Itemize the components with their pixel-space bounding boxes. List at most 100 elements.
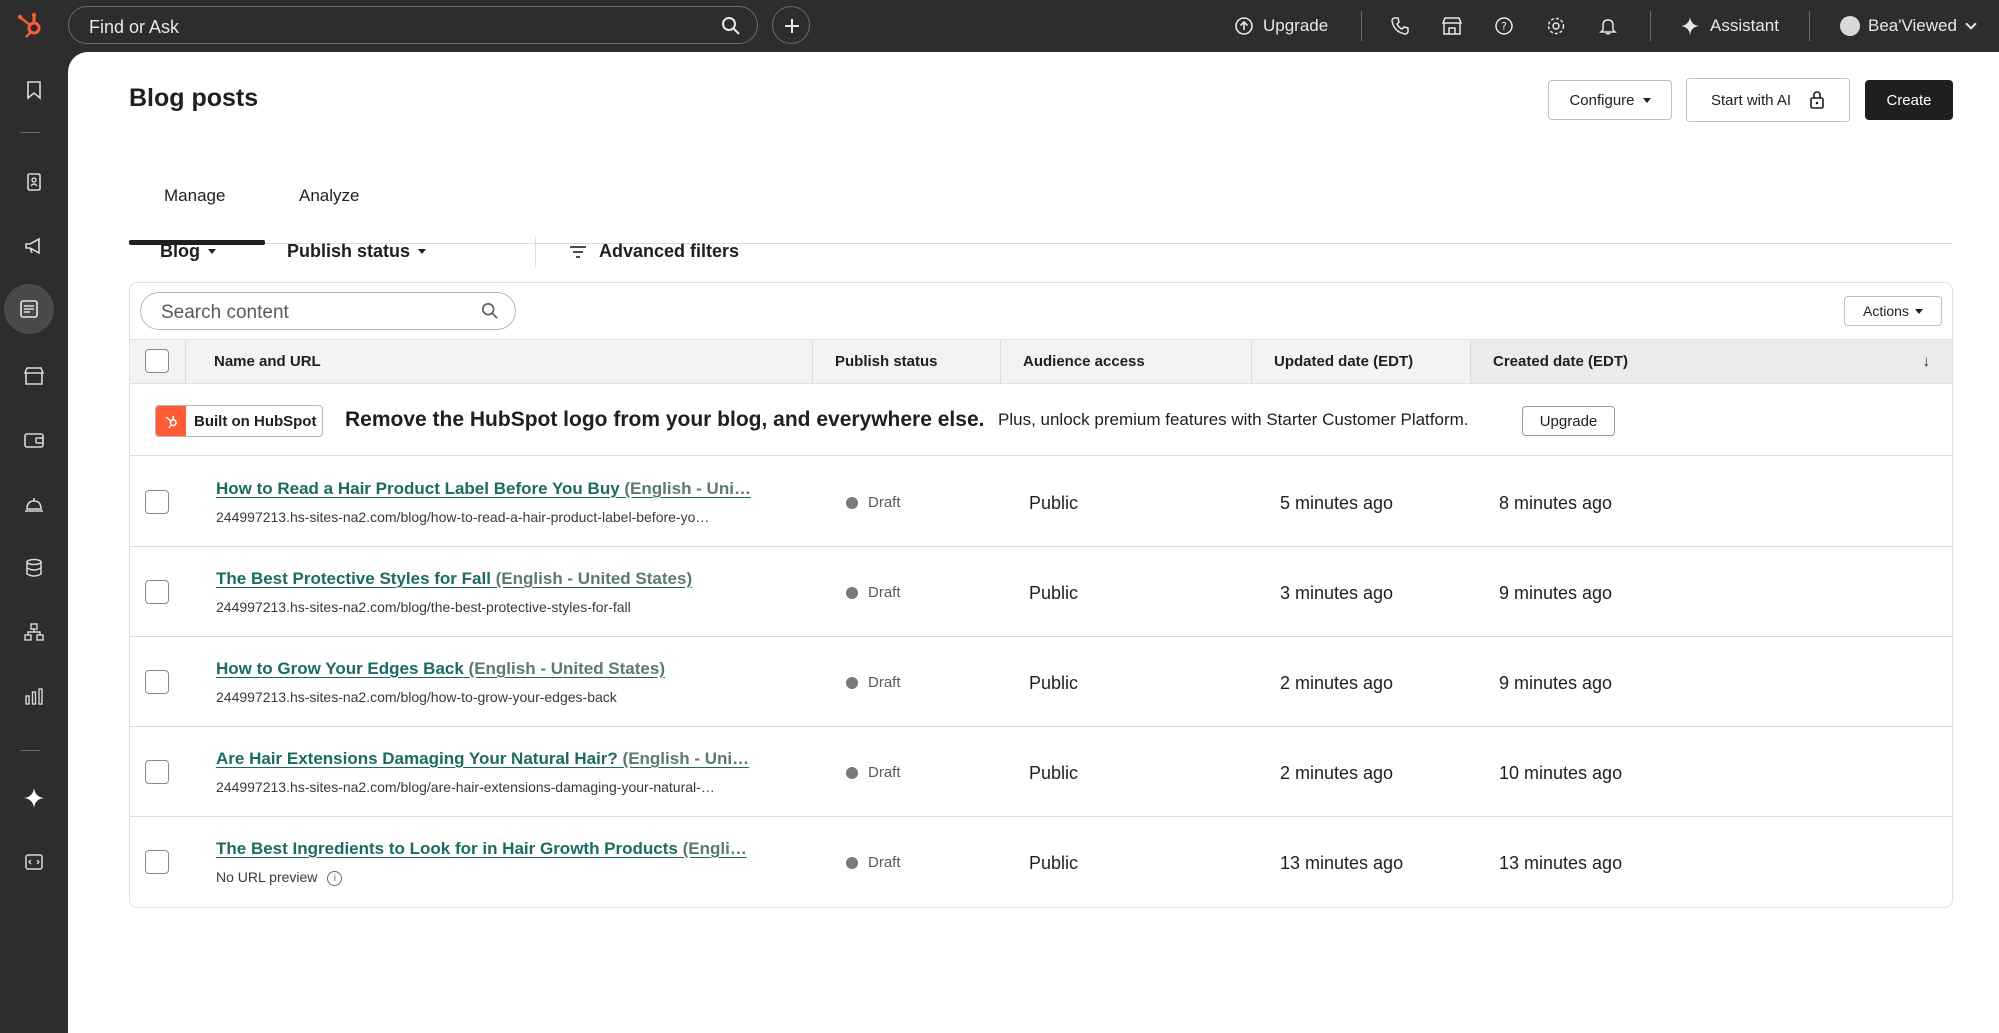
publish-status: Draft [846, 854, 901, 871]
contacts-icon[interactable] [16, 164, 52, 200]
status-label: Draft [868, 674, 901, 691]
automation-hierarchy-icon[interactable] [16, 614, 52, 650]
help-icon[interactable]: ? [1494, 0, 1514, 52]
assistant-button[interactable]: Assistant [1680, 0, 1779, 52]
main-content: Blog posts Configure Start with AI Creat… [68, 52, 1999, 1033]
post-title-link[interactable]: The Best Protective Styles for Fall (Eng… [216, 569, 786, 589]
topbar-divider [1361, 11, 1362, 41]
audience-access: Public [1029, 673, 1079, 693]
column-header-updated-date[interactable]: Updated date (EDT) [1252, 340, 1471, 383]
left-sidebar [0, 52, 68, 1033]
column-header-publish-status[interactable]: Publish status [813, 340, 1001, 383]
topbar-divider [1809, 11, 1810, 41]
bookmark-icon[interactable] [16, 72, 52, 108]
create-new-button[interactable] [772, 6, 810, 44]
post-title: How to Read a Hair Product Label Before … [216, 479, 620, 498]
post-language: (English - United States) [463, 659, 665, 678]
start-with-ai-button[interactable]: Start with AI [1686, 78, 1850, 122]
row-checkbox[interactable] [145, 760, 169, 784]
status-label: Draft [868, 854, 901, 871]
table-row[interactable]: The Best Protective Styles for Fall (Eng… [130, 547, 1952, 637]
global-search-input[interactable]: Find or Ask [68, 6, 758, 44]
actions-dropdown-button[interactable]: Actions [1844, 296, 1942, 326]
publish-status-filter-dropdown[interactable]: Publish status [287, 241, 427, 262]
promo-title: Remove the HubSpot logo from your blog, … [345, 408, 985, 431]
table-row[interactable]: Are Hair Extensions Damaging Your Natura… [130, 727, 1952, 817]
table-row[interactable]: The Best Ingredients to Look for in Hair… [130, 817, 1952, 907]
wallet-icon[interactable] [16, 422, 52, 458]
status-label: Draft [868, 494, 901, 511]
search-content-input[interactable]: Search content [140, 292, 516, 330]
caret-down-icon [1914, 308, 1923, 314]
blog-filter-label: Blog [160, 241, 200, 261]
settings-gear-icon[interactable] [1546, 0, 1566, 52]
search-icon[interactable] [721, 16, 741, 36]
reporting-bar-chart-icon[interactable] [16, 678, 52, 714]
promo-upgrade-label: Upgrade [1539, 412, 1598, 430]
row-checkbox[interactable] [145, 670, 169, 694]
marketplace-icon[interactable] [1441, 0, 1463, 52]
content-icon[interactable] [4, 284, 54, 334]
publish-status-filter-label: Publish status [287, 241, 411, 261]
created-date: 8 minutes ago [1499, 493, 1613, 513]
post-title-link[interactable]: The Best Ingredients to Look for in Hair… [216, 839, 786, 859]
blog-filter-dropdown[interactable]: Blog [160, 241, 216, 262]
post-url: 244997213.hs-sites-na2.com/blog/are-hair… [216, 779, 715, 795]
plus-icon [785, 19, 799, 33]
user-menu[interactable]: Bea'Viewed [1840, 0, 1977, 52]
created-date: 9 minutes ago [1499, 583, 1613, 603]
breeze-sparkle-icon[interactable] [16, 780, 52, 816]
configure-button[interactable]: Configure [1548, 80, 1672, 120]
table-row[interactable]: How to Grow Your Edges Back (English - U… [130, 637, 1952, 727]
hubspot-logo-icon[interactable] [14, 9, 46, 41]
select-all-checkbox[interactable] [145, 349, 169, 373]
post-title-link[interactable]: How to Grow Your Edges Back (English - U… [216, 659, 786, 679]
status-label: Draft [868, 764, 901, 781]
column-header-created-date[interactable]: Created date (EDT) ↓ [1471, 340, 1952, 383]
created-date: 10 minutes ago [1499, 763, 1623, 783]
calling-icon[interactable] [1390, 0, 1410, 52]
column-header-audience-access[interactable]: Audience access [1001, 340, 1252, 383]
promo-subtitle: Plus, unlock premium features with Start… [998, 410, 1469, 429]
audience-access: Public [1029, 853, 1079, 873]
row-checkbox[interactable] [145, 850, 169, 874]
service-bell-icon[interactable] [16, 486, 52, 522]
global-search-placeholder: Find or Ask [89, 17, 180, 37]
notifications-bell-icon[interactable] [1598, 0, 1618, 52]
data-database-icon[interactable] [16, 550, 52, 586]
post-title-link[interactable]: How to Read a Hair Product Label Before … [216, 479, 786, 499]
search-content-placeholder: Search content [161, 302, 289, 323]
page-title: Blog posts [129, 84, 259, 112]
column-header-name-url[interactable]: Name and URL [185, 340, 813, 383]
built-on-hubspot-label: Built on HubSpot [194, 412, 317, 430]
info-icon[interactable]: i [327, 870, 343, 886]
sort-descending-arrow-icon: ↓ [1922, 353, 1931, 370]
sparkle-icon [1681, 17, 1699, 35]
updated-date: 3 minutes ago [1280, 583, 1394, 603]
updated-date: 13 minutes ago [1280, 853, 1404, 873]
developer-code-icon[interactable] [16, 844, 52, 880]
post-title-link[interactable]: Are Hair Extensions Damaging Your Natura… [216, 749, 786, 769]
upgrade-link[interactable]: Upgrade [1234, 0, 1328, 52]
created-date: 9 minutes ago [1499, 673, 1613, 693]
post-url: 244997213.hs-sites-na2.com/blog/the-best… [216, 599, 631, 615]
sidebar-divider [20, 132, 40, 133]
marketing-megaphone-icon[interactable] [16, 228, 52, 264]
search-icon [481, 302, 498, 319]
built-on-hubspot-badge: Built on HubSpot [155, 405, 324, 437]
created-date: 13 minutes ago [1499, 853, 1623, 873]
filter-divider [535, 237, 536, 267]
column-header-label: Created date (EDT) [1493, 353, 1629, 370]
promo-upgrade-button[interactable]: Upgrade [1522, 406, 1615, 436]
advanced-filters-label: Advanced filters [599, 241, 740, 261]
upgrade-promo-banner: Built on HubSpot Remove the HubSpot logo… [130, 384, 1952, 456]
table-row[interactable]: How to Read a Hair Product Label Before … [130, 457, 1952, 547]
updated-date: 2 minutes ago [1280, 673, 1394, 693]
row-checkbox[interactable] [145, 580, 169, 604]
row-checkbox[interactable] [145, 490, 169, 514]
advanced-filters-button[interactable]: Advanced filters [569, 241, 739, 262]
user-name: Bea'Viewed [1868, 16, 1957, 35]
commerce-store-icon[interactable] [16, 358, 52, 394]
create-button[interactable]: Create [1865, 80, 1953, 120]
tab-analyze-label: Analyze [299, 186, 360, 205]
